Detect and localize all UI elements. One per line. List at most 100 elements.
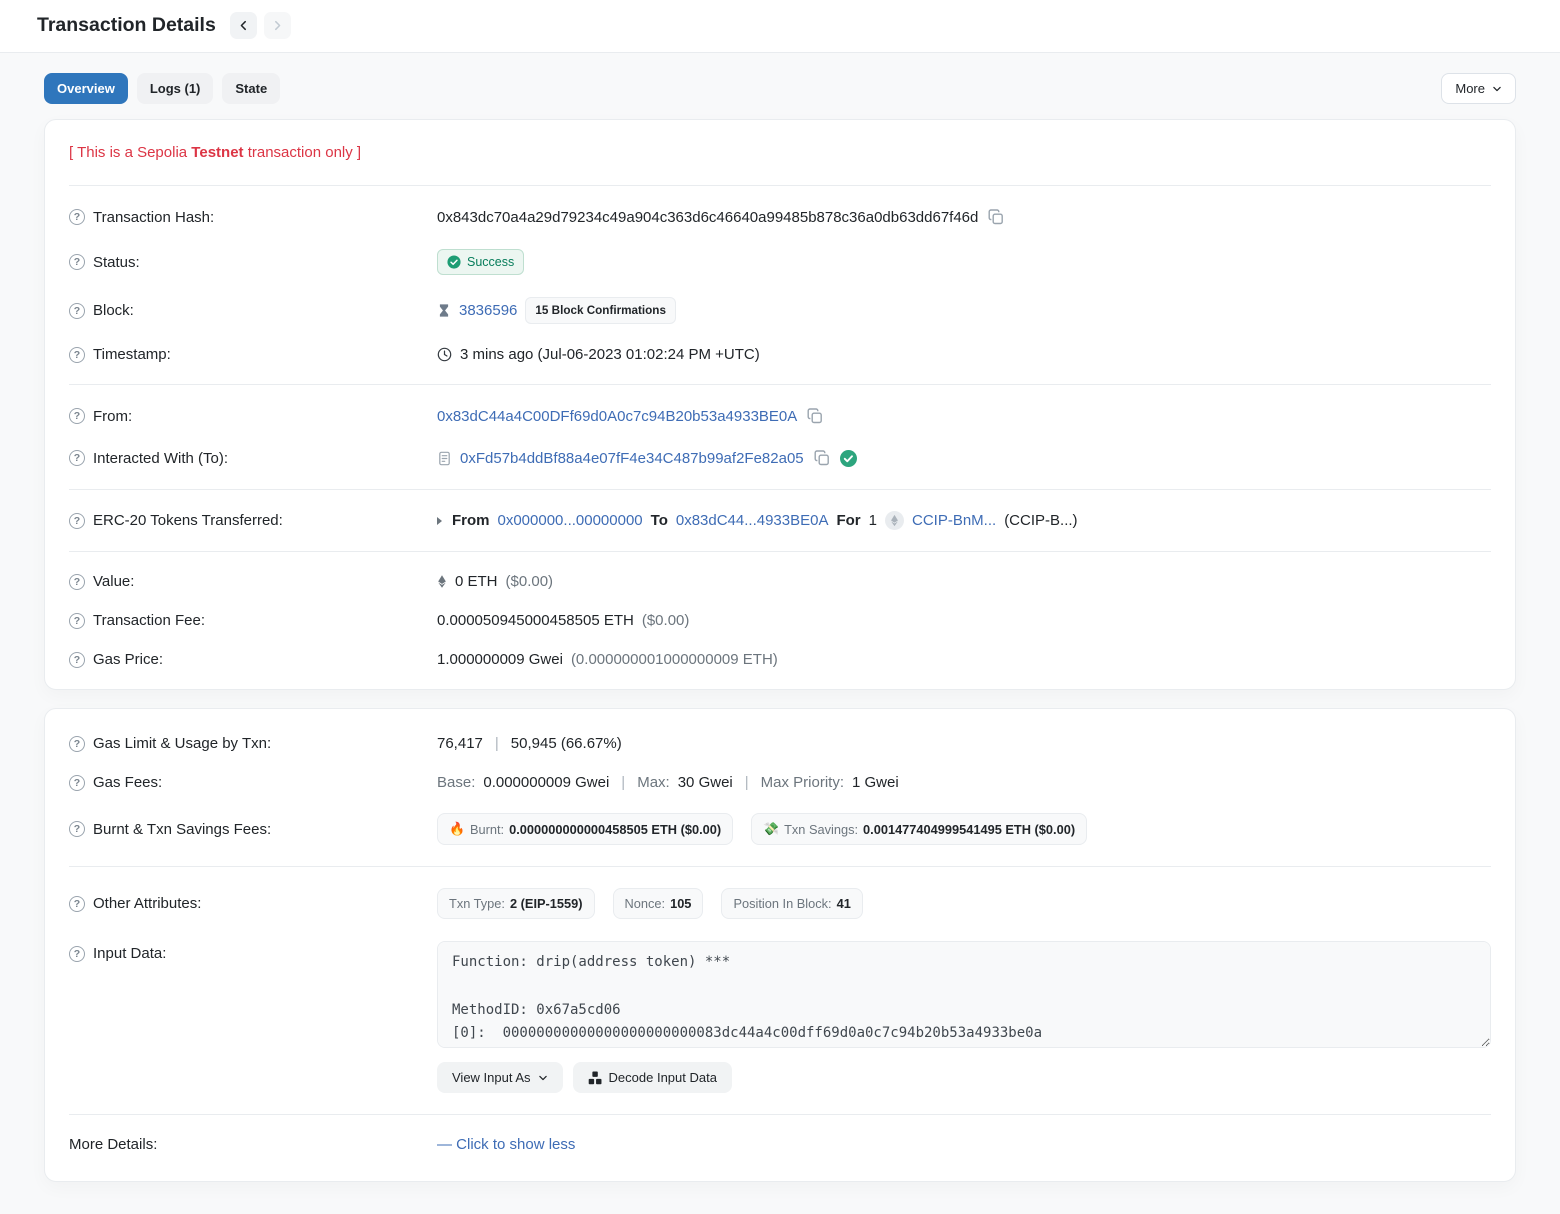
help-icon[interactable]: ? [69, 946, 85, 962]
tab-logs[interactable]: Logs (1) [137, 73, 214, 104]
divider [69, 551, 1491, 552]
burnt-fees-row: ? Burnt & Txn Savings Fees: 🔥 Burnt: 0.0… [69, 802, 1491, 856]
burnt-fees-label: ? Burnt & Txn Savings Fees: [69, 821, 437, 838]
help-icon[interactable]: ? [69, 450, 85, 466]
erc20-from-address-link[interactable]: 0x000000...00000000 [498, 512, 643, 529]
show-less-link[interactable]: — Click to show less [437, 1136, 575, 1153]
gas-limit-row: ? Gas Limit & Usage by Txn: 76,417 | 50,… [69, 719, 1491, 763]
eth-diamond-icon [437, 574, 447, 589]
input-data-buttons: View Input As Decode Input Data [437, 1062, 1491, 1093]
token-icon [885, 511, 904, 530]
fire-icon: 🔥 [449, 821, 465, 837]
help-icon[interactable]: ? [69, 303, 85, 319]
divider [69, 866, 1491, 867]
base-fee-value: 0.000000009 Gwei [483, 774, 609, 791]
position-in-block-badge: Position In Block: 41 [721, 888, 862, 919]
clock-icon [437, 347, 452, 362]
base-fee-label: Base: [437, 774, 475, 791]
erc20-token-link[interactable]: CCIP-BnM... [912, 512, 996, 529]
value-amount: 0 ETH [455, 573, 498, 590]
help-icon[interactable]: ? [69, 613, 85, 629]
gas-fees-row: ? Gas Fees: Base: 0.000000009 Gwei | Max… [69, 763, 1491, 802]
help-icon[interactable]: ? [69, 821, 85, 837]
block-number-link[interactable]: 3836596 [459, 302, 517, 319]
input-data-textarea[interactable]: Function: drip(address token) *** Method… [437, 941, 1491, 1048]
help-icon[interactable]: ? [69, 652, 85, 668]
verified-check-icon [840, 450, 857, 467]
block-label: ? Block: [69, 302, 437, 319]
transaction-hash-row: ? Transaction Hash: 0x843dc70a4a29d79234… [69, 196, 1491, 238]
copy-icon [814, 450, 830, 466]
previous-transaction-button[interactable] [230, 12, 257, 39]
erc20-from-word: From [452, 512, 490, 529]
divider [69, 185, 1491, 186]
erc20-to-address-link[interactable]: 0x83dC44...4933BE0A [676, 512, 829, 529]
chevron-right-icon [272, 20, 283, 31]
value-usd: ($0.00) [506, 573, 554, 590]
from-address-link[interactable]: 0x83dC44a4C00DFf69d0A0c7c94B20b53a4933BE… [437, 408, 797, 425]
help-icon[interactable]: ? [69, 896, 85, 912]
max-priority-fee-value: 1 Gwei [852, 774, 899, 791]
chevron-down-icon [538, 1073, 548, 1083]
transaction-fee-label: ? Transaction Fee: [69, 612, 437, 629]
help-icon[interactable]: ? [69, 347, 85, 363]
gas-price-eth: (0.000000001000000009 ETH) [571, 651, 778, 668]
more-button[interactable]: More [1441, 73, 1516, 104]
caret-right-icon [437, 517, 442, 525]
gas-price-row: ? Gas Price: 1.000000009 Gwei (0.0000000… [69, 640, 1491, 679]
tab-state[interactable]: State [222, 73, 280, 104]
help-icon[interactable]: ? [69, 209, 85, 225]
separator: | [491, 735, 503, 752]
help-icon[interactable]: ? [69, 574, 85, 590]
gas-limit-label: ? Gas Limit & Usage by Txn: [69, 735, 437, 752]
input-data-row: ? Input Data: Function: drip(address tok… [69, 930, 1491, 1104]
copy-from-address-button[interactable] [805, 406, 825, 426]
copy-hash-button[interactable] [986, 207, 1006, 227]
hourglass-icon [437, 303, 451, 318]
check-circle-icon [447, 255, 461, 269]
txn-savings-badge: 💸 Txn Savings: 0.001477404999541495 ETH … [751, 813, 1087, 845]
value-row: ? Value: 0 ETH ($0.00) [69, 562, 1491, 601]
decode-input-data-button[interactable]: Decode Input Data [573, 1062, 732, 1093]
transaction-hash-label: ? Transaction Hash: [69, 209, 437, 226]
from-label: ? From: [69, 408, 437, 425]
copy-icon [988, 209, 1004, 225]
contract-address-link[interactable]: 0xFd57b4ddBf88a4e07fF4e34C487b99af2Fe82a… [460, 450, 804, 467]
erc20-for-word: For [836, 512, 860, 529]
erc20-transfers-label: ? ERC-20 Tokens Transferred: [69, 512, 437, 529]
copy-contract-address-button[interactable] [812, 448, 832, 468]
help-icon[interactable]: ? [69, 513, 85, 529]
tabs-row: Overview Logs (1) State More [44, 73, 1516, 104]
status-row: ? Status: Success [69, 238, 1491, 286]
divider [69, 384, 1491, 385]
chevron-down-icon [1492, 84, 1502, 94]
max-priority-fee-label: Max Priority: [761, 774, 844, 791]
gas-fees-label: ? Gas Fees: [69, 774, 437, 791]
input-data-label: ? Input Data: [69, 941, 437, 962]
block-confirmations-badge: 15 Block Confirmations [525, 297, 676, 324]
help-icon[interactable]: ? [69, 254, 85, 270]
help-icon[interactable]: ? [69, 775, 85, 791]
other-attributes-row: ? Other Attributes: Txn Type: 2 (EIP-155… [69, 877, 1491, 930]
money-wings-icon: 💸 [763, 821, 779, 837]
separator: | [741, 774, 753, 791]
txn-type-badge: Txn Type: 2 (EIP-1559) [437, 888, 595, 919]
decode-boxes-icon [588, 1071, 602, 1085]
eth-diamond-icon [890, 514, 899, 527]
burnt-value: 0.000000000000458505 ETH ($0.00) [509, 822, 721, 837]
main-content: Overview Logs (1) State More [ This is a… [0, 53, 1560, 1214]
notice-prefix: [ This is a Sepolia [69, 144, 191, 161]
help-icon[interactable]: ? [69, 408, 85, 424]
tab-overview[interactable]: Overview [44, 73, 128, 104]
interacted-with-label: ? Interacted With (To): [69, 450, 437, 467]
divider [69, 489, 1491, 490]
next-transaction-button[interactable] [264, 12, 291, 39]
overview-card: [ This is a Sepolia Testnet transaction … [44, 119, 1516, 690]
max-fee-label: Max: [637, 774, 670, 791]
burnt-badge: 🔥 Burnt: 0.000000000000458505 ETH ($0.00… [437, 813, 733, 845]
help-icon[interactable]: ? [69, 736, 85, 752]
gas-price-label: ? Gas Price: [69, 651, 437, 668]
view-input-as-button[interactable]: View Input As [437, 1062, 563, 1093]
transaction-nav [230, 12, 291, 39]
more-details-row: More Details: — Click to show less [69, 1125, 1491, 1171]
